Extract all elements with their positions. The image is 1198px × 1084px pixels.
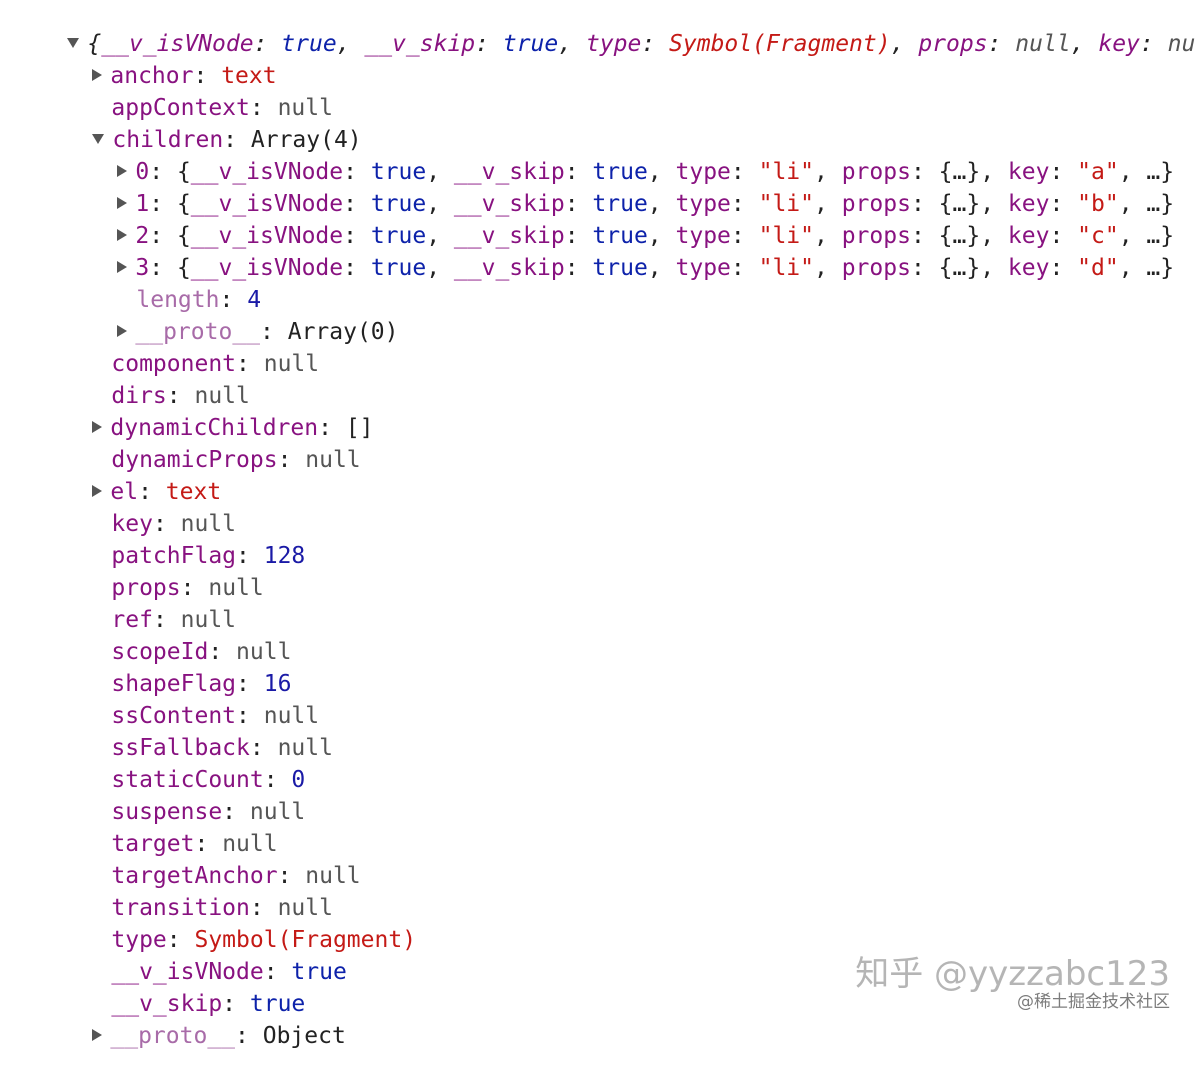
prop-row-sscontent: ssContent: null <box>111 703 320 729</box>
object-preview-row[interactable]: {__v_isVNode: true, __v_skip: true, type… <box>12 0 1198 57</box>
prop-row-suspense: suspense: null <box>111 799 306 825</box>
prop-row-props: props: null <box>111 575 264 601</box>
prop-row-appcontext: appContext: null <box>111 95 333 121</box>
prop-row-proto[interactable]: __proto__: Object <box>37 988 346 1049</box>
prop-row-shapeflag: shapeFlag: 16 <box>111 671 292 697</box>
prop-row-staticcount: staticCount: 0 <box>111 767 306 793</box>
prop-row-key: key: null <box>111 511 237 537</box>
prop-row-ref: ref: null <box>111 607 237 633</box>
child-row-3[interactable]: 3: {__v_isVNode: true, __v_skip: true, t… <box>62 220 1174 281</box>
prop-row-dynamicprops: dynamicProps: null <box>111 447 361 473</box>
prop-row-el[interactable]: el: text <box>37 444 221 505</box>
devtools-console-object-tree: {__v_isVNode: true, __v_skip: true, type… <box>0 0 1198 1049</box>
prop-row-children[interactable]: children: Array(4) <box>37 92 362 153</box>
prop-row-dirs: dirs: null <box>111 383 250 409</box>
prop-row-transition: transition: null <box>111 895 333 921</box>
child-row-1[interactable]: 1: {__v_isVNode: true, __v_skip: true, t… <box>62 156 1174 217</box>
child-row-2[interactable]: 2: {__v_isVNode: true, __v_skip: true, t… <box>62 188 1174 249</box>
watermark-sub: @稀土掘金技术社区 <box>1017 992 1170 1012</box>
collapse-triangle-icon[interactable] <box>92 1028 103 1041</box>
prop-row-scopeid: scopeId: null <box>111 639 292 665</box>
prop-row-targetanchor: targetAnchor: null <box>111 863 361 889</box>
prop-row-isvnode: __v_isVNode: true <box>111 959 347 985</box>
child-row-0[interactable]: 0: {__v_isVNode: true, __v_skip: true, t… <box>62 124 1174 185</box>
prop-row-anchor[interactable]: anchor: text <box>37 28 277 89</box>
prop-row-ssfallback: ssFallback: null <box>111 735 333 761</box>
prop-row-patchflag: patchFlag: 128 <box>111 543 306 569</box>
children-proto-row[interactable]: __proto__: Array(0) <box>62 284 399 345</box>
prop-row-dynamicchildren[interactable]: dynamicChildren: [] <box>37 380 374 441</box>
prop-row-type: type: Symbol(Fragment) <box>111 927 417 953</box>
prop-row-target: target: null <box>111 831 278 857</box>
children-length-row: length: 4 <box>136 287 262 313</box>
prop-row-component: component: null <box>111 351 320 377</box>
prop-row-skip: __v_skip: true <box>111 991 306 1017</box>
